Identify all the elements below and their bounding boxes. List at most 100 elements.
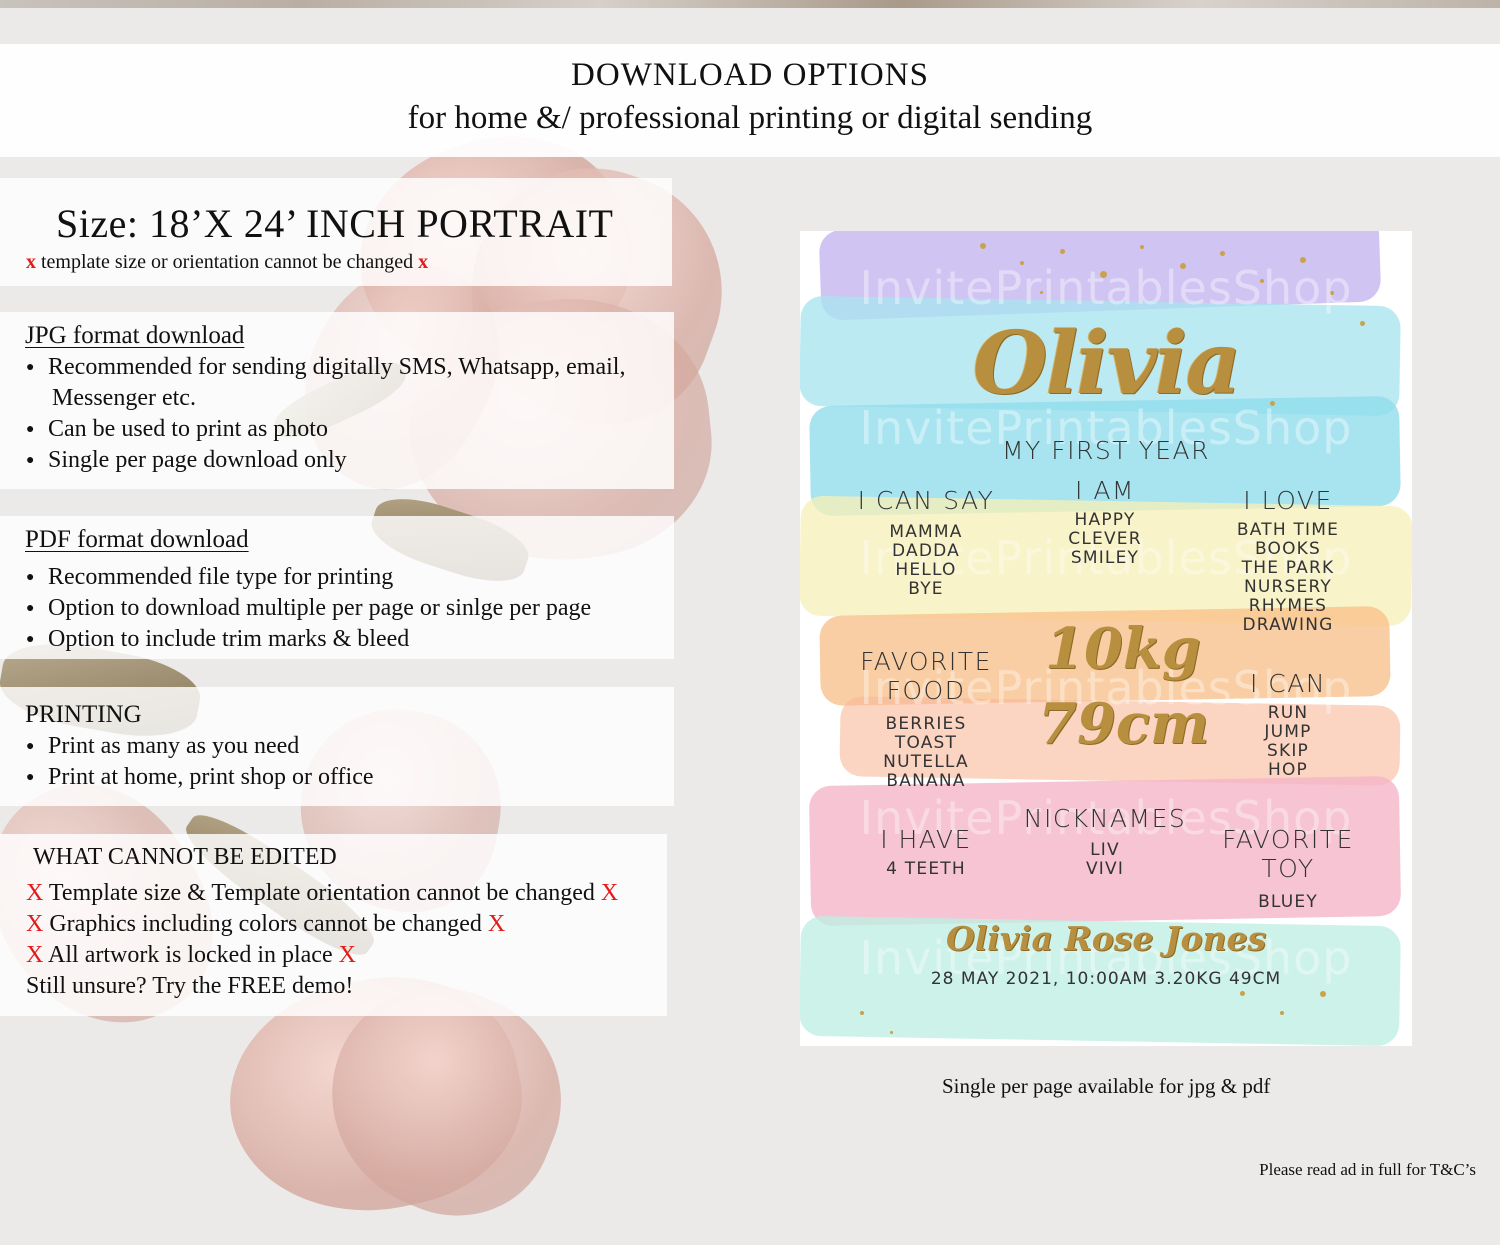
section-heading: I HAVE bbox=[880, 825, 972, 854]
list-item: Recommended file type for printing bbox=[26, 562, 591, 593]
list-item: Print as many as you need bbox=[26, 731, 374, 762]
poster-full-name: Olivia Rose Jones bbox=[945, 919, 1267, 958]
list-item: RHYMES bbox=[1248, 596, 1328, 616]
gold-fleck bbox=[890, 1031, 893, 1034]
section-heading: I LOVE bbox=[1243, 486, 1333, 515]
list-item: NUTELLA bbox=[883, 752, 969, 772]
list-item: X Graphics including colors cannot be ch… bbox=[26, 909, 618, 940]
gold-fleck bbox=[980, 243, 986, 249]
section-heading: FAVORITE bbox=[860, 647, 992, 676]
x-mark-icon: X bbox=[338, 942, 356, 968]
list-item: JUMP bbox=[1264, 722, 1312, 742]
list-item: X Template size & Template orientation c… bbox=[26, 878, 618, 909]
list-item: MAMMA bbox=[889, 522, 963, 542]
section-heading: NICKNAMES bbox=[1023, 804, 1187, 833]
section-i-can-say: I CAN SAY MAMMA DADDA HELLO BYE bbox=[846, 486, 1006, 599]
list-item: Recommended for sending digitally SMS, W… bbox=[26, 352, 625, 383]
section-heading: I CAN bbox=[1249, 669, 1327, 698]
list-item: Messenger etc. bbox=[52, 385, 196, 411]
gold-fleck bbox=[1280, 1011, 1284, 1015]
pdf-title: PDF format download bbox=[25, 526, 249, 553]
cannot-line-text: All artwork is locked in place bbox=[48, 942, 333, 968]
watermark-text: InvitePrintablesShop bbox=[859, 261, 1353, 315]
header-band: DOWNLOAD OPTIONS for home &/ professiona… bbox=[0, 44, 1500, 157]
section-heading: FAVORITE bbox=[1222, 825, 1354, 854]
section-nicknames: NICKNAMES LIV VIVI bbox=[1010, 804, 1200, 879]
list-item: BOOKS bbox=[1254, 539, 1322, 559]
section-i-have: I HAVE 4 TEETH bbox=[846, 825, 1006, 879]
section-i-am: I AM HAPPY CLEVER SMILEY bbox=[1025, 476, 1185, 568]
list-item: SKIP bbox=[1266, 741, 1309, 761]
list-item: Print at home, print shop or office bbox=[26, 762, 374, 793]
pdf-bullet-list: Recommended file type for printing Optio… bbox=[26, 562, 591, 655]
gold-fleck bbox=[1240, 991, 1245, 996]
cannot-title: WHAT CANNOT BE EDITED bbox=[33, 844, 337, 870]
list-item: Option to include trim marks & bleed bbox=[26, 624, 591, 655]
list-item: HELLO bbox=[895, 560, 957, 580]
cannot-edit-panel: WHAT CANNOT BE EDITED X Template size & … bbox=[0, 834, 667, 1016]
list-item: THE PARK bbox=[1241, 558, 1335, 578]
gold-fleck bbox=[1060, 249, 1065, 254]
x-mark-icon: X bbox=[26, 880, 44, 906]
list-item: HOP bbox=[1267, 760, 1308, 780]
list-item: X All artwork is locked in place X bbox=[26, 940, 618, 971]
x-mark-icon: X bbox=[26, 942, 44, 968]
list-item: DADDA bbox=[892, 541, 960, 561]
section-favorite-toy: FAVORITE TOY BLUEY bbox=[1208, 825, 1368, 912]
section-heading: FOOD bbox=[886, 676, 966, 705]
page-subtitle: for home &/ professional printing or dig… bbox=[407, 100, 1093, 136]
section-i-can: I CAN RUN JUMP SKIP HOP bbox=[1208, 669, 1368, 780]
poster-height: 79cm bbox=[1038, 691, 1210, 757]
cannot-line-text: Template size & Template orientation can… bbox=[48, 880, 595, 906]
cannot-list: X Template size & Template orientation c… bbox=[26, 878, 618, 1002]
list-item: TOAST bbox=[894, 733, 958, 753]
list-item: Single per page download only bbox=[26, 445, 625, 476]
x-mark-icon: X bbox=[600, 880, 619, 906]
gold-fleck bbox=[1140, 245, 1144, 249]
poster-weight: 10kg bbox=[1045, 616, 1201, 682]
size-note-text: template size or orientation cannot be c… bbox=[41, 251, 414, 273]
list-item: SMILEY bbox=[1070, 548, 1140, 568]
gold-fleck bbox=[1220, 251, 1225, 256]
x-mark-icon: x bbox=[26, 251, 36, 273]
poster-preview: InvitePrintablesShop InvitePrintablesSho… bbox=[800, 231, 1412, 1046]
jpg-bullet-list: Recommended for sending digitally SMS, W… bbox=[26, 352, 625, 476]
list-item: DRAWING bbox=[1242, 615, 1334, 635]
jpg-panel: JPG format download Recommended for send… bbox=[0, 312, 674, 489]
list-item: VIVI bbox=[1085, 859, 1125, 879]
pdf-panel: PDF format download Recommended file typ… bbox=[0, 516, 674, 659]
poster-subtitle: MY FIRST YEAR bbox=[1001, 436, 1211, 465]
list-item: BYE bbox=[908, 579, 944, 599]
top-photo-strip bbox=[0, 0, 1500, 8]
size-panel: Size: 18’X 24’ INCH PORTRAIT x template … bbox=[0, 178, 672, 286]
list-item: Can be used to print as photo bbox=[26, 414, 625, 445]
list-item: Option to download multiple per page or … bbox=[26, 593, 591, 624]
cannot-line-text: Graphics including colors cannot be chan… bbox=[49, 911, 482, 937]
list-item: RUN bbox=[1267, 703, 1309, 723]
printing-panel: PRINTING Print as many as you need Print… bbox=[0, 687, 674, 806]
x-mark-icon: x bbox=[418, 251, 429, 273]
page-title: DOWNLOAD OPTIONS bbox=[571, 57, 929, 93]
list-item: BLUEY bbox=[1258, 892, 1318, 912]
list-item: 4 TEETH bbox=[886, 859, 966, 879]
list-item: BANANA bbox=[886, 771, 966, 791]
terms-footnote: Please read ad in full for T&C’s bbox=[1259, 1160, 1476, 1179]
section-i-love: I LOVE BATH TIME BOOKS THE PARK NURSERY … bbox=[1208, 486, 1368, 635]
poster-name: Olivia bbox=[972, 313, 1242, 414]
section-heading: TOY bbox=[1261, 854, 1315, 883]
preview-caption: Single per page available for jpg & pdf bbox=[942, 1074, 1271, 1098]
list-item: LIV bbox=[1090, 840, 1120, 860]
printing-title: PRINTING bbox=[25, 701, 142, 728]
jpg-title: JPG format download bbox=[25, 322, 245, 349]
list-item: NURSERY bbox=[1243, 577, 1332, 597]
x-mark-icon: X bbox=[26, 911, 44, 937]
list-item: HAPPY bbox=[1074, 510, 1136, 530]
size-note: x template size or orientation cannot be… bbox=[26, 251, 428, 274]
list-item: CLEVER bbox=[1068, 529, 1142, 549]
section-heading: I AM bbox=[1075, 476, 1135, 505]
size-title: Size: 18’X 24’ INCH PORTRAIT bbox=[56, 201, 614, 246]
section-heading: I CAN SAY bbox=[857, 486, 995, 515]
demo-prompt: Still unsure? Try the FREE demo! bbox=[26, 973, 354, 999]
gold-fleck bbox=[1320, 991, 1326, 997]
poster-birth-details: 28 MAY 2021, 10:00AM 3.20KG 49CM bbox=[930, 969, 1282, 989]
